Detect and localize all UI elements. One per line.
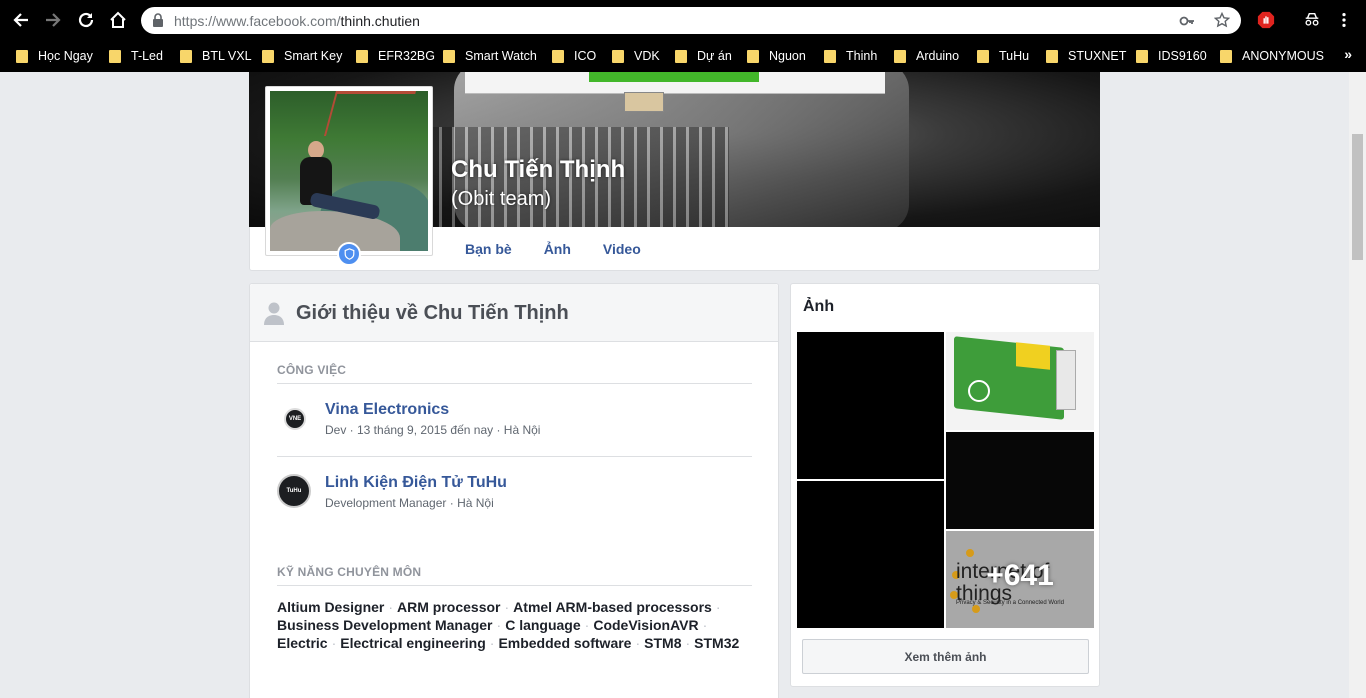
skill-item[interactable]: Electric xyxy=(277,635,328,651)
skills-list: Altium Designer · ARM processor · Atmel ARM-… xyxy=(277,599,740,651)
person-icon xyxy=(264,302,284,325)
skill-item[interactable]: STM32 xyxy=(694,635,739,651)
home-icon[interactable] xyxy=(106,8,130,32)
scrollbar-thumb[interactable] xyxy=(1352,134,1363,260)
skill-item[interactable]: Altium Designer xyxy=(277,599,384,615)
work-item: VNE Vina Electronics Dev · 13 tháng 9, 2… xyxy=(277,401,752,441)
company-logo[interactable]: VNE xyxy=(284,408,306,430)
browser-menu-icon[interactable] xyxy=(1334,10,1354,30)
divider xyxy=(277,585,752,586)
address-bar[interactable]: https://www.facebook.com/thinh.chutien xyxy=(141,7,1241,34)
lock-icon xyxy=(153,13,163,27)
bookmarks-overflow-button[interactable]: » xyxy=(1344,46,1352,62)
browser-toolbar: https://www.facebook.com/thinh.chutien xyxy=(0,0,1366,40)
intro-title: Giới thiệu về Chu Tiến Thịnh xyxy=(296,302,569,324)
folder-icon xyxy=(262,49,274,63)
skills-section-label: KỸ NĂNG CHUYÊN MÔN xyxy=(277,565,422,579)
url-text: https://www.facebook.com/thinh.chutien xyxy=(174,13,420,29)
bookmark-folder[interactable]: EFR32BG xyxy=(356,46,435,66)
skill-item[interactable]: Electrical engineering xyxy=(340,635,486,651)
folder-icon xyxy=(747,49,759,63)
divider xyxy=(277,456,752,457)
folder-icon xyxy=(612,49,624,63)
bookmark-folder[interactable]: Nguon xyxy=(747,46,806,66)
bookmark-folder[interactable]: Dự án xyxy=(675,46,732,66)
forward-arrow-icon[interactable] xyxy=(41,8,65,32)
photo-thumbnail[interactable] xyxy=(946,432,1094,529)
folder-icon xyxy=(552,49,564,63)
adblock-extension-icon[interactable] xyxy=(1256,10,1276,30)
intro-card: Giới thiệu về Chu Tiến Thịnh CÔNG VIỆC V… xyxy=(249,283,779,698)
profile-alternate-name: (Obit team) xyxy=(451,188,552,210)
bookmark-folder[interactable]: Học Ngay xyxy=(16,46,93,66)
tab-videos[interactable]: Video xyxy=(603,241,641,257)
folder-icon xyxy=(977,49,989,63)
bookmark-star-icon[interactable] xyxy=(1214,12,1230,28)
back-arrow-icon[interactable] xyxy=(9,8,33,32)
see-more-photos-button[interactable]: Xem thêm ảnh xyxy=(802,639,1089,674)
more-photos-count: +641 xyxy=(986,559,1054,592)
photos-card: Ảnh internet of things Privacy & Securit… xyxy=(790,283,1100,687)
folder-icon xyxy=(16,49,28,63)
folder-icon xyxy=(675,49,687,63)
photos-title[interactable]: Ảnh xyxy=(803,298,834,316)
profile-guard-shield-icon xyxy=(337,242,361,266)
folder-icon xyxy=(180,49,192,63)
company-link[interactable]: Vina Electronics xyxy=(325,401,449,419)
bookmark-folder[interactable]: Smart Key xyxy=(262,46,342,66)
bookmark-folder[interactable]: Smart Watch xyxy=(443,46,537,66)
bookmark-folder[interactable]: IDS9160 xyxy=(1136,46,1207,66)
folder-icon xyxy=(1220,49,1232,63)
divider xyxy=(277,383,752,384)
folder-icon xyxy=(1136,49,1148,63)
intro-header: Giới thiệu về Chu Tiến Thịnh xyxy=(250,284,778,342)
bookmarks-bar: Học Ngay T-Led BTL VXL Smart Key EFR32BG… xyxy=(0,40,1366,72)
company-link[interactable]: Linh Kiện Điện Tử TuHu xyxy=(325,474,507,492)
skill-item[interactable]: STM8 xyxy=(644,635,681,651)
bookmark-folder[interactable]: ANONYMOUS xyxy=(1220,46,1324,66)
skill-item[interactable]: Atmel ARM-based processors xyxy=(513,599,712,615)
profile-tabs: Bạn bè Ảnh Video xyxy=(465,241,673,257)
bookmark-folder[interactable]: Thinh xyxy=(824,46,877,66)
photo-thumbnail[interactable] xyxy=(797,481,944,628)
photo-thumbnail-more[interactable]: internet of things Privacy & Security in… xyxy=(946,531,1094,628)
bookmark-folder[interactable]: TuHu xyxy=(977,46,1029,66)
tab-friends[interactable]: Bạn bè xyxy=(465,241,512,257)
skill-item[interactable]: CodeVisionAVR xyxy=(593,617,698,633)
bookmark-folder[interactable]: STUXNET xyxy=(1046,46,1126,66)
profile-name[interactable]: Chu Tiến Thịnh xyxy=(451,156,625,184)
work-item: TuHu Linh Kiện Điện Tử TuHu Development … xyxy=(277,474,752,514)
bookmark-folder[interactable]: VDK xyxy=(612,46,660,66)
photo-thumbnail[interactable] xyxy=(946,332,1094,430)
bookmark-folder[interactable]: ICO xyxy=(552,46,596,66)
skill-item[interactable]: ARM processor xyxy=(397,599,500,615)
bookmark-folder[interactable]: BTL VXL xyxy=(180,46,252,66)
incognito-icon[interactable] xyxy=(1302,10,1322,30)
folder-icon xyxy=(894,49,906,63)
company-logo[interactable]: TuHu xyxy=(277,474,311,508)
tab-photos[interactable]: Ảnh xyxy=(544,241,571,257)
bookmark-folder[interactable]: T-Led xyxy=(109,46,163,66)
photo-thumbnail[interactable] xyxy=(797,332,944,479)
folder-icon xyxy=(443,49,455,63)
work-details: Development Manager · Hà Nội xyxy=(325,496,494,510)
folder-icon xyxy=(1046,49,1058,63)
skill-item[interactable]: Business Development Manager xyxy=(277,617,493,633)
skill-item[interactable]: Embedded software xyxy=(498,635,631,651)
work-section-label: CÔNG VIỆC xyxy=(277,363,347,377)
bookmark-folder[interactable]: Arduino xyxy=(894,46,959,66)
folder-icon xyxy=(356,49,368,63)
work-details: Dev · 13 tháng 9, 2015 đến nay · Hà Nội xyxy=(325,423,541,437)
reload-icon[interactable] xyxy=(74,8,98,32)
skill-item[interactable]: C language xyxy=(505,617,580,633)
key-icon[interactable] xyxy=(1179,13,1195,29)
folder-icon xyxy=(109,49,121,63)
profile-picture[interactable] xyxy=(265,86,433,256)
folder-icon xyxy=(824,49,836,63)
photo-caption: Privacy & Security in a Connected World xyxy=(956,600,1064,606)
page-scrollbar[interactable] xyxy=(1349,72,1366,698)
